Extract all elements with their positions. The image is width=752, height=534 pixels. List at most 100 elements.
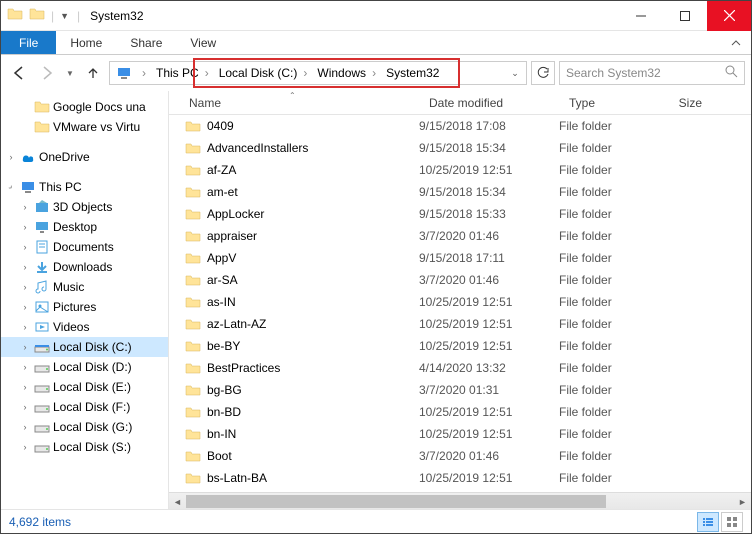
col-size[interactable]: Size [663,96,713,110]
file-list[interactable]: 04099/15/2018 17:08File folderAdvancedIn… [169,115,751,492]
breadcrumb-c[interactable]: Local Disk (C:)› [215,62,314,84]
expand-icon[interactable]: › [19,362,31,372]
file-tab[interactable]: File [1,31,56,54]
file-row[interactable]: appraiser3/7/2020 01:46File folder [169,225,751,247]
file-row[interactable]: Boot3/7/2020 01:46File folder [169,445,751,467]
tree-item[interactable]: ›Videos [1,317,168,337]
forward-button[interactable] [35,61,59,85]
details-view-button[interactable] [697,512,719,532]
tree-item[interactable]: ›Local Disk (F:) [1,397,168,417]
file-row[interactable]: BestPractices4/14/2020 13:32File folder [169,357,751,379]
expand-icon[interactable]: › [19,382,31,392]
refresh-button[interactable] [531,61,555,85]
expand-icon[interactable]: › [19,442,31,452]
horizontal-scrollbar[interactable]: ◄ ► [169,492,751,509]
minimize-ribbon-icon[interactable] [721,31,751,54]
expand-icon[interactable]: › [3,179,19,195]
tree-label: Pictures [53,300,96,314]
maximize-button[interactable] [663,1,707,31]
expand-icon[interactable]: › [19,302,31,312]
tree-item[interactable]: ›Local Disk (E:) [1,377,168,397]
recent-dropdown[interactable]: ▼ [63,61,77,85]
file-row[interactable]: bs-Latn-BA10/25/2019 12:51File folder [169,467,751,489]
file-type: File folder [559,383,663,397]
expand-icon[interactable]: › [19,322,31,332]
breadcrumb-thispc[interactable]: This PC› [152,62,215,84]
folder-icon [185,360,201,376]
navigation-pane[interactable]: Google Docs una VMware vs Virtu › OneDriv… [1,91,169,509]
tree-item[interactable]: ›Downloads [1,257,168,277]
file-row[interactable]: am-et9/15/2018 15:34File folder [169,181,751,203]
tree-label: Local Disk (C:) [53,340,132,354]
file-row[interactable]: az-Latn-AZ10/25/2019 12:51File folder [169,313,751,335]
expand-icon[interactable]: › [19,282,31,292]
tree-item[interactable]: ›Desktop [1,217,168,237]
address-bar[interactable]: › This PC› Local Disk (C:)› Windows› Sys… [109,61,527,85]
navigation-bar: ▼ › This PC› Local Disk (C:)› Windows› S… [1,55,751,91]
3d-icon [34,199,50,215]
file-row[interactable]: af-ZA10/25/2019 12:51File folder [169,159,751,181]
breadcrumb-windows[interactable]: Windows› [313,62,382,84]
tree-item[interactable]: ›3D Objects [1,197,168,217]
tree-item[interactable]: ›Documents [1,237,168,257]
onedrive-node[interactable]: › OneDrive [1,147,168,167]
share-tab[interactable]: Share [116,31,176,54]
file-row[interactable]: bn-IN10/25/2019 12:51File folder [169,423,751,445]
quick-access-toolbar: | ▼ | [1,6,86,25]
file-row[interactable]: AppV9/15/2018 17:11File folder [169,247,751,269]
scroll-right-icon[interactable]: ► [734,493,751,509]
expand-icon[interactable]: › [19,342,31,352]
close-button[interactable] [707,1,751,31]
view-tab[interactable]: View [176,31,230,54]
tree-item[interactable]: Google Docs una [1,97,168,117]
window-title: System32 [86,9,619,23]
up-button[interactable] [81,61,105,85]
expand-icon[interactable]: › [19,262,31,272]
breadcrumb-system32[interactable]: System32 [382,62,443,84]
expand-icon[interactable]: › [19,222,31,232]
expand-icon[interactable]: › [19,422,31,432]
search-input[interactable]: Search System32 [559,61,745,85]
qat-sep: | [77,9,80,23]
qat-dropdown-icon[interactable]: ▼ [60,11,69,21]
file-row[interactable]: AdvancedInstallers9/15/2018 15:34File fo… [169,137,751,159]
file-row[interactable]: ar-SA3/7/2020 01:46File folder [169,269,751,291]
file-row[interactable]: bn-BD10/25/2019 12:51File folder [169,401,751,423]
icons-view-button[interactable] [721,512,743,532]
folder-icon [185,338,201,354]
file-type: File folder [559,141,663,155]
file-date: 9/15/2018 15:34 [419,141,559,155]
scroll-thumb[interactable] [186,495,606,508]
thispc-node[interactable]: › This PC [1,177,168,197]
file-row[interactable]: 04099/15/2018 17:08File folder [169,115,751,137]
tree-item[interactable]: ›Music [1,277,168,297]
tree-item[interactable]: ›Local Disk (S:) [1,437,168,457]
folder-icon [185,228,201,244]
scroll-left-icon[interactable]: ◄ [169,493,186,509]
file-row[interactable]: bg-BG3/7/2020 01:31File folder [169,379,751,401]
col-date[interactable]: Date modified [419,96,559,110]
minimize-button[interactable] [619,1,663,31]
expand-icon[interactable]: › [19,202,31,212]
tree-item[interactable]: › Pictures [1,297,168,317]
home-tab[interactable]: Home [56,31,116,54]
folder-icon [185,250,201,266]
breadcrumb-chev-root[interactable]: › [136,62,152,84]
onedrive-icon [20,149,36,165]
expand-icon[interactable]: › [19,402,31,412]
col-type[interactable]: Type [559,96,663,110]
back-button[interactable] [7,61,31,85]
file-row[interactable]: as-IN10/25/2019 12:51File folder [169,291,751,313]
tree-item[interactable]: ›Local Disk (G:) [1,417,168,437]
tree-item[interactable]: › Local Disk (C:) [1,337,168,357]
file-type: File folder [559,119,663,133]
file-row[interactable]: AppLocker9/15/2018 15:33File folder [169,203,751,225]
tree-label: Google Docs una [53,100,146,114]
address-dropdown-icon[interactable]: ⌄ [506,68,524,79]
file-row[interactable]: be-BY10/25/2019 12:51File folder [169,335,751,357]
tree-item[interactable]: ›Local Disk (D:) [1,357,168,377]
file-name: AppLocker [207,207,419,221]
tree-item[interactable]: VMware vs Virtu [1,117,168,137]
expand-icon[interactable]: › [5,152,17,162]
expand-icon[interactable]: › [19,242,31,252]
